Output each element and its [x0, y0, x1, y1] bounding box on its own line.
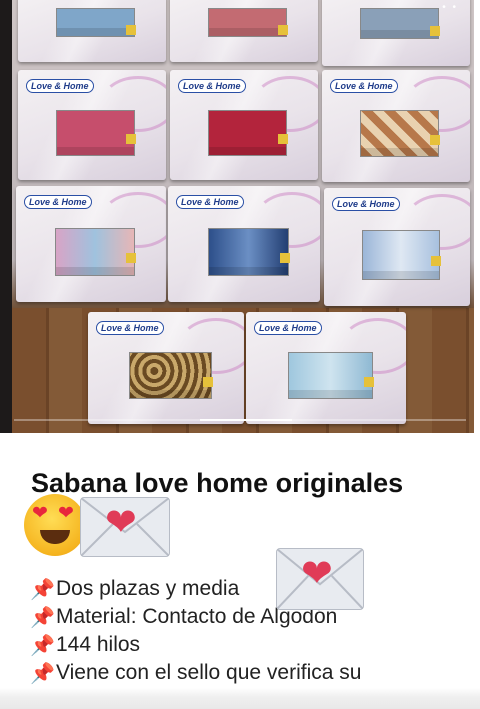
bed-print-image — [207, 227, 289, 277]
package-tag — [430, 256, 441, 267]
package-tag — [430, 134, 441, 145]
sheet-package: Love & Home — [322, 70, 470, 182]
pushpin-icon: 📌 — [30, 578, 55, 601]
brand-logo: Love & Home — [254, 321, 322, 335]
bed-print-image — [128, 352, 212, 400]
pushpin-icon: 📌 — [30, 606, 55, 629]
bed-print-image — [360, 110, 440, 158]
brand-logo: Love & Home — [24, 195, 92, 209]
heart-eye-icon: ❤ — [58, 503, 74, 524]
bed-print-image — [55, 227, 135, 277]
package-tag — [430, 26, 441, 37]
brand-logo: Love & Home — [332, 197, 400, 211]
package-tag — [126, 253, 136, 264]
detail-line: 📌 144 hilos — [30, 631, 361, 659]
brand-logo: Love & Home — [176, 195, 244, 209]
sheet-package: Love & Home — [246, 312, 406, 424]
detail-text: Dos plazas y media — [56, 577, 240, 600]
package-tag — [202, 376, 213, 387]
bottom-fade — [0, 688, 480, 709]
detail-text: Viene con el sello que verifica su — [56, 661, 362, 684]
more-options-icon[interactable]: • • — [442, 2, 458, 13]
smile-mouth — [40, 530, 70, 544]
sheet-package — [18, 0, 166, 62]
bed-print-image — [56, 7, 136, 37]
carousel-indicator — [14, 419, 466, 421]
previous-image-edge — [0, 0, 12, 433]
love-letter-icon: ❤ — [80, 497, 170, 557]
heart-icon: ❤ — [105, 502, 137, 544]
bed-print-image — [56, 109, 136, 156]
smiling-face-with-heart-eyes-icon: ❤ ❤ — [24, 494, 86, 556]
bed-print-image — [287, 352, 373, 400]
brand-logo: Love & Home — [330, 79, 398, 93]
sheet-package: Love & Home — [168, 186, 320, 302]
package-tag — [278, 133, 289, 144]
brand-logo: Love & Home — [96, 321, 164, 335]
next-image-edge — [474, 0, 480, 433]
sheet-package: Love & Home — [18, 70, 166, 180]
bed-print-image — [208, 7, 288, 37]
carousel-indicator-active — [200, 419, 292, 421]
package-tag — [126, 24, 137, 35]
sheet-package: Love & Home — [88, 312, 244, 424]
brand-logo: Love & Home — [178, 79, 246, 93]
sheet-package — [170, 0, 318, 62]
sheet-package: Love & Home — [16, 186, 166, 302]
bed-print-image — [361, 230, 440, 280]
pushpin-icon: 📌 — [30, 662, 55, 685]
product-photo[interactable]: Love & Home Love & Home Love & Home Love… — [0, 0, 480, 433]
package-tag — [279, 253, 290, 264]
bed-print-image — [208, 109, 288, 156]
heart-eye-icon: ❤ — [32, 503, 48, 524]
detail-text: 144 hilos — [56, 633, 141, 656]
brand-logo: Love & Home — [26, 79, 94, 93]
love-letter-icon: ❤ — [276, 548, 364, 610]
package-tag — [126, 133, 137, 144]
pushpin-icon: 📌 — [30, 634, 55, 657]
bed-print-image — [360, 8, 440, 40]
sheet-package: Love & Home — [324, 188, 470, 306]
sheet-package: Love & Home — [170, 70, 318, 180]
post-title: Sabana love home originales — [31, 468, 404, 498]
heart-icon: ❤ — [301, 553, 333, 595]
detail-line: 📌 Viene con el sello que verifica su — [30, 659, 361, 687]
package-tag — [364, 376, 374, 387]
package-tag — [278, 24, 289, 35]
